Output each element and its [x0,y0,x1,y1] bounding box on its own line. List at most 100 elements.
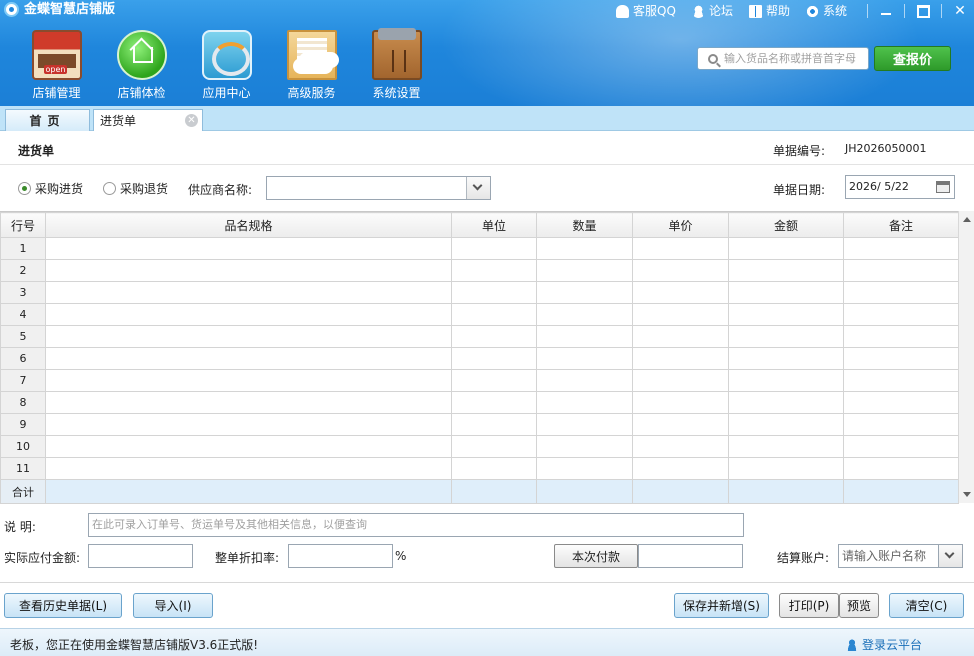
close-window-button[interactable]: ✕ [946,2,974,20]
table-cell[interactable] [632,259,729,282]
table-cell[interactable] [728,237,844,260]
table-cell[interactable] [451,347,537,370]
table-cell[interactable] [536,259,633,282]
toolbar-store-management[interactable]: 店铺管理 [14,30,99,101]
table-cell[interactable] [632,435,729,458]
tab-close-icon[interactable]: ✕ [185,114,198,127]
table-cell[interactable] [728,325,844,348]
table-cell[interactable] [843,435,959,458]
grid-scrollbar[interactable] [958,211,974,503]
table-cell[interactable] [728,369,844,392]
table-cell[interactable] [451,303,537,326]
table-cell[interactable] [843,325,959,348]
current-payment-button[interactable]: 本次付款 [554,544,638,568]
discount-input[interactable] [288,544,393,568]
table-cell[interactable] [632,369,729,392]
table-cell[interactable] [451,413,537,436]
table-cell[interactable] [45,325,452,348]
supplier-dropdown-button[interactable] [466,177,490,199]
toolbar-advanced-service[interactable]: 高级服务 [269,30,354,101]
table-cell[interactable] [536,391,633,414]
table-cell[interactable] [536,237,633,260]
col-header-row-no[interactable]: 行号 [0,212,46,238]
table-cell[interactable] [451,391,537,414]
payable-input[interactable] [88,544,193,568]
col-header-unit-price[interactable]: 单价 [632,212,729,238]
toolbar-app-center[interactable]: 应用中心 [184,30,269,101]
table-cell[interactable] [728,413,844,436]
table-cell[interactable] [45,259,452,282]
note-input[interactable]: 在此可录入订单号、货运单号及其他相关信息，以便查询 [88,513,744,537]
table-cell[interactable] [843,281,959,304]
table-cell[interactable] [632,347,729,370]
table-cell[interactable] [843,391,959,414]
table-cell[interactable] [45,237,452,260]
table-cell[interactable] [45,281,452,304]
table-cell[interactable] [451,435,537,458]
table-cell[interactable] [632,237,729,260]
table-cell[interactable] [451,369,537,392]
radio-purchase-in[interactable]: 采购进货 [18,180,83,197]
table-cell[interactable] [536,369,633,392]
table-cell[interactable] [451,457,537,480]
table-cell[interactable] [728,303,844,326]
current-payment-input[interactable] [638,544,743,568]
table-cell[interactable] [632,457,729,480]
top-link-system[interactable]: 系统 [805,3,847,19]
table-cell[interactable] [728,259,844,282]
table-cell[interactable] [536,325,633,348]
table-cell[interactable] [45,303,452,326]
maximize-button[interactable] [909,2,937,20]
table-cell[interactable] [45,457,452,480]
top-link-forum[interactable]: 论坛 [691,3,733,19]
table-cell[interactable] [632,325,729,348]
table-cell[interactable] [843,457,959,480]
top-link-help[interactable]: 帮助 [748,3,790,19]
top-link-qq[interactable]: 客服QQ [616,3,676,19]
table-cell[interactable] [843,369,959,392]
table-cell[interactable] [45,369,452,392]
table-cell[interactable] [728,347,844,370]
check-quote-button[interactable]: 查报价 [874,46,951,71]
table-cell[interactable] [843,237,959,260]
table-cell[interactable] [843,413,959,436]
radio-purchase-return[interactable]: 采购退货 [103,180,168,197]
table-cell[interactable] [536,281,633,304]
calendar-icon[interactable] [936,181,950,193]
table-cell[interactable] [843,303,959,326]
save-and-new-button[interactable]: 保存并新增(S) [674,593,769,618]
table-cell[interactable] [728,435,844,458]
minimize-button[interactable] [872,2,900,20]
cloud-login-link[interactable]: 登录云平台 [846,636,922,653]
supplier-select[interactable] [266,176,491,200]
table-cell[interactable] [843,259,959,282]
scroll-up-icon[interactable] [963,217,971,222]
account-dropdown-button[interactable] [938,544,963,568]
tab-home[interactable]: 首页 [5,109,90,131]
col-header-amount[interactable]: 金额 [728,212,844,238]
table-cell[interactable] [45,413,452,436]
table-cell[interactable] [536,347,633,370]
import-button[interactable]: 导入(I) [133,593,213,618]
col-header-quantity[interactable]: 数量 [536,212,633,238]
table-cell[interactable] [728,391,844,414]
table-cell[interactable] [632,391,729,414]
table-cell[interactable] [45,347,452,370]
table-cell[interactable] [45,435,452,458]
table-cell[interactable] [536,457,633,480]
table-cell[interactable] [451,325,537,348]
col-header-unit[interactable]: 单位 [451,212,537,238]
col-header-remark[interactable]: 备注 [843,212,959,238]
table-cell[interactable] [632,413,729,436]
table-cell[interactable] [45,391,452,414]
tab-purchase-order[interactable]: 进货单 ✕ [93,109,203,131]
table-cell[interactable] [451,259,537,282]
account-input[interactable]: 请输入账户名称 [838,544,938,568]
table-cell[interactable] [728,457,844,480]
doc-date-input[interactable]: 2026/ 5/22 [845,175,955,199]
table-cell[interactable] [451,237,537,260]
table-cell[interactable] [632,281,729,304]
table-cell[interactable] [536,303,633,326]
print-button[interactable]: 打印(P) [779,593,839,618]
col-header-name-spec[interactable]: 品名规格 [45,212,452,238]
